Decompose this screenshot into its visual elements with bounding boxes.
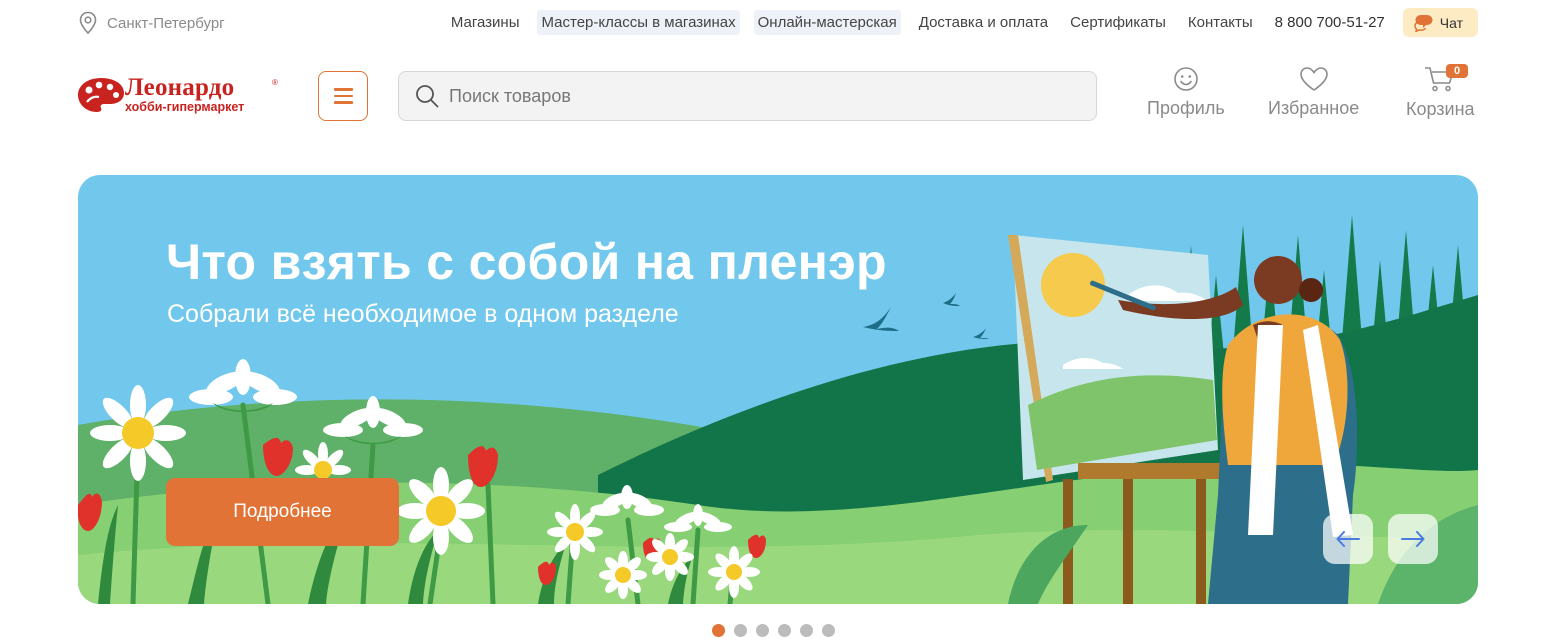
favorites-label: Избранное: [1268, 98, 1360, 118]
slider-dot-4[interactable]: [778, 624, 791, 637]
cart-count-badge: 0: [1446, 64, 1469, 78]
nav-link-delivery[interactable]: Доставка и оплата: [915, 10, 1052, 35]
cart-button[interactable]: 0 Корзина: [1406, 64, 1475, 120]
phone-number[interactable]: 8 800 700-51-27: [1275, 14, 1385, 31]
top-nav: Магазины Мастер-классы в магазинах Онлай…: [433, 8, 1478, 37]
city-label: Санкт-Петербург: [107, 14, 225, 32]
smiley-icon: [1174, 67, 1198, 91]
banner-more-button[interactable]: Подробнее: [166, 478, 399, 546]
search-bar[interactable]: [398, 71, 1097, 121]
logo[interactable]: Леонардо ® хобби-гипермаркет: [77, 72, 282, 118]
logo-title: Леонардо: [125, 74, 235, 101]
catalog-menu-button[interactable]: [318, 71, 368, 121]
banner-title: Что взять с собой на пленэр: [166, 234, 887, 290]
location-pin-icon: [79, 11, 97, 35]
slider-dot-1[interactable]: [712, 624, 725, 637]
slider-dot-5[interactable]: [800, 624, 813, 637]
slider-pagination: [712, 624, 835, 637]
slider-next-button[interactable]: [1388, 514, 1438, 564]
promo-banner[interactable]: Что взять с собой на пленэр Собрали всё …: [78, 175, 1478, 604]
nav-link-contacts[interactable]: Контакты: [1184, 10, 1257, 35]
favorites-button[interactable]: Избранное: [1268, 66, 1359, 119]
chat-bubble-icon: [1414, 14, 1433, 32]
nav-link-stores[interactable]: Магазины: [447, 10, 524, 35]
heart-icon: [1299, 67, 1328, 91]
banner-subtitle: Собрали всё необходимое в одном разделе: [167, 300, 679, 328]
profile-label: Профиль: [1147, 98, 1225, 118]
chat-button[interactable]: Чат: [1402, 8, 1478, 37]
slider-dot-6[interactable]: [822, 624, 835, 637]
top-bar: Санкт-Петербург Магазины Мастер-классы в…: [0, 0, 1544, 46]
logo-palette-icon: [78, 78, 124, 112]
logo-registered-mark: ®: [272, 78, 278, 87]
slider-dot-2[interactable]: [734, 624, 747, 637]
menu-icon: [333, 88, 353, 91]
slider-prev-button[interactable]: [1323, 514, 1373, 564]
chat-label: Чат: [1439, 14, 1463, 31]
slider-dot-3[interactable]: [756, 624, 769, 637]
nav-link-masterclasses[interactable]: Мастер-классы в магазинах: [537, 10, 740, 35]
city-selector[interactable]: Санкт-Петербург: [78, 11, 225, 35]
nav-link-online-workshop[interactable]: Онлайн-мастерская: [753, 10, 901, 35]
arrow-right-icon: [1401, 531, 1425, 547]
nav-link-certificates[interactable]: Сертификаты: [1066, 10, 1170, 35]
arrow-left-icon: [1336, 531, 1360, 547]
search-icon: [416, 85, 439, 108]
logo-subtitle: хобби-гипермаркет: [125, 100, 245, 114]
cart-label: Корзина: [1406, 99, 1475, 119]
profile-button[interactable]: Профиль: [1147, 66, 1225, 119]
search-input[interactable]: [449, 85, 1049, 107]
